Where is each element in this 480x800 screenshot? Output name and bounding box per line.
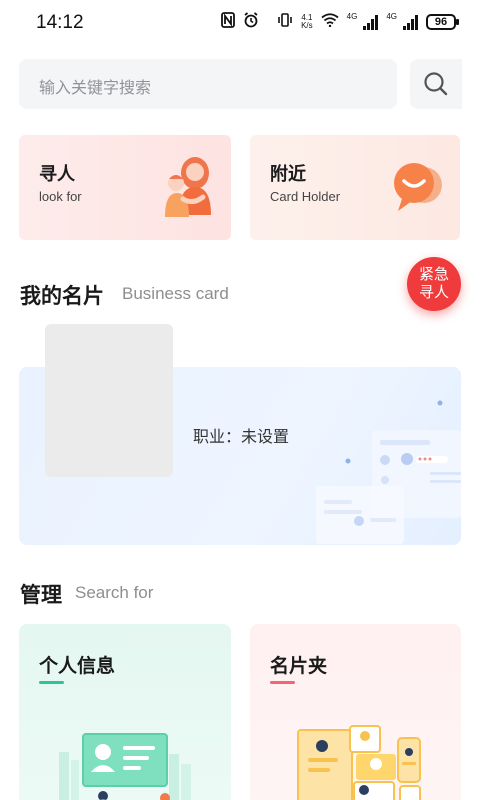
chat-bubble-illustration xyxy=(394,163,442,211)
signal-2-label: 4G xyxy=(386,11,397,21)
emergency-line-1: 紧急 xyxy=(418,266,449,283)
signal-1-label: 4G xyxy=(346,11,358,21)
card-decoration-illustration xyxy=(316,400,461,544)
manage-subtitle: Search for xyxy=(75,583,154,602)
card-holder-illustration xyxy=(297,725,421,800)
status-time: 14:12 xyxy=(36,12,84,33)
nearby-card-subtitle: Card Holder xyxy=(270,189,341,204)
my-card-title: 我的名片 xyxy=(20,285,104,308)
battery-indicator: 96 xyxy=(426,14,459,30)
status-icons: 4.1 K/s 4G 4G 96 xyxy=(221,11,459,32)
card-holder-underline xyxy=(270,681,295,684)
search-icon xyxy=(424,72,448,96)
avatar-placeholder[interactable] xyxy=(45,324,173,477)
nearby-card-title: 附近 xyxy=(270,164,306,184)
wifi-icon xyxy=(321,13,339,31)
card-holder-card[interactable]: 名片夹 xyxy=(250,624,461,800)
seek-card-subtitle: look for xyxy=(39,189,82,204)
manage-title: 管理 xyxy=(20,584,62,607)
seek-card-title: 寻人 xyxy=(39,164,75,184)
search-placeholder: 输入关键字搜索 xyxy=(39,80,152,97)
personal-info-title: 个人信息 xyxy=(39,656,116,677)
net-speed: 4.1 K/s xyxy=(301,14,313,30)
signal-2-icon xyxy=(403,14,418,30)
my-card-subtitle: Business card xyxy=(122,284,229,303)
status-bar: 14:12 4.1 K/s 4G 4G 96 xyxy=(0,0,480,46)
nearby-card[interactable]: 附近 Card Holder xyxy=(250,135,460,240)
net-speed-unit: K/s xyxy=(301,21,313,30)
id-card-illustration xyxy=(59,733,191,800)
seek-person-card[interactable]: 寻人 look for xyxy=(19,135,231,240)
job-text: 职业：未设置 xyxy=(193,429,290,446)
personal-info-underline xyxy=(39,681,64,684)
nfc-icon xyxy=(221,12,235,32)
emergency-search-button[interactable]: 紧急 寻人 xyxy=(407,257,461,311)
card-holder-title: 名片夹 xyxy=(270,656,328,677)
personal-info-card[interactable]: 个人信息 xyxy=(19,624,231,800)
alarm-icon xyxy=(243,12,259,32)
signal-1-icon xyxy=(363,14,379,30)
vibrate-icon xyxy=(277,12,293,32)
search-input[interactable]: 输入关键字搜索 xyxy=(19,59,397,109)
mother-child-illustration xyxy=(165,157,211,217)
search-button[interactable] xyxy=(410,59,462,109)
emergency-line-2: 寻人 xyxy=(418,284,449,301)
